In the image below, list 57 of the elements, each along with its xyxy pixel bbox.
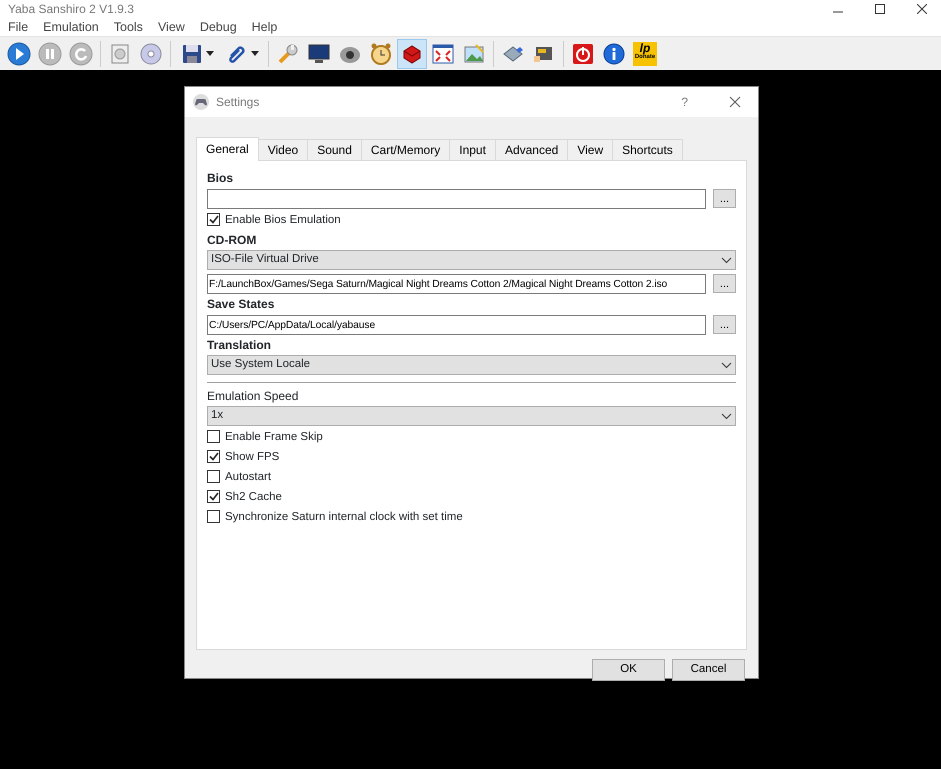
picture-icon [462, 42, 486, 66]
section-heading: Save States [207, 297, 276, 311]
checkbox-label: Sh2 Cache [225, 490, 282, 502]
section-heading: CD-ROM [207, 233, 258, 247]
checkbox-label: Synchronize Saturn internal clock with set time [225, 510, 463, 522]
field-label: Emulation Speed [207, 389, 300, 403]
path-field[interactable] [207, 189, 706, 209]
chevron-down-icon [721, 256, 732, 264]
cancel-button[interactable]: Cancel [672, 659, 745, 681]
path-field[interactable]: F:/LaunchBox/Games/Sega Saturn/Magical Night Dreams Cotton 2/Magical Night Dreams Cotton 2.iso [207, 274, 706, 294]
chevron-down-icon [721, 412, 732, 420]
checkbox-label: Enable Bios Emulation [225, 214, 341, 226]
dropdown[interactable]: ISO-File Virtual Drive [207, 250, 736, 270]
disc-icon [139, 42, 163, 66]
checkbox[interactable] [207, 470, 220, 483]
browse-button[interactable]: ... [713, 274, 736, 293]
path-field[interactable]: C:/Users/PC/AppData/Local/yabause [207, 315, 706, 335]
alarm-clock-icon [369, 42, 393, 66]
menu-item[interactable]: Debug [200, 18, 237, 36]
chip-button[interactable] [397, 38, 427, 68]
dropdown[interactable]: 1x [207, 406, 736, 426]
checkbox[interactable] [207, 450, 220, 463]
menu-item[interactable]: Emulation [43, 18, 99, 36]
checkbox[interactable] [207, 490, 220, 503]
checkbox[interactable] [207, 510, 220, 523]
window-title: Yaba Sanshiro 2 V1.9.3 [8, 3, 134, 15]
help-button[interactable]: ? [681, 93, 688, 111]
gamepad-icon [193, 94, 209, 110]
info-icon [602, 42, 626, 66]
menu-item[interactable]: File [8, 18, 28, 36]
power-icon [571, 42, 595, 66]
checkbox[interactable] [207, 430, 220, 443]
checkbox-label: Enable Frame Skip [225, 430, 323, 442]
dialog-title: Settings [216, 94, 260, 111]
reset-icon [69, 42, 93, 66]
menu-item[interactable]: Tools [114, 18, 143, 36]
close-icon[interactable] [729, 96, 741, 108]
checkbox[interactable] [207, 213, 220, 226]
dropdown[interactable]: Use System Locale [207, 355, 736, 375]
checkbox-label: Show FPS [225, 450, 280, 462]
menu-item[interactable]: Help [252, 18, 278, 36]
pause-icon [38, 42, 62, 66]
play-icon [7, 42, 31, 66]
section-heading: Bios [207, 171, 234, 185]
tab[interactable]: General [196, 137, 259, 161]
menu-item[interactable]: View [158, 18, 185, 36]
fullscreen-icon [431, 42, 455, 66]
browse-button[interactable]: ... [713, 189, 736, 208]
tab[interactable]: Shortcuts [612, 139, 683, 160]
chevron-down-icon [721, 362, 732, 368]
maximize-icon[interactable] [875, 4, 885, 14]
browse-button[interactable]: ... [713, 315, 736, 334]
ok-button[interactable]: OK [592, 659, 665, 681]
section-heading: Translation [207, 338, 272, 352]
close-icon[interactable] [917, 4, 927, 14]
checkbox-label: Autostart [225, 470, 272, 482]
monitor-icon [307, 42, 331, 66]
